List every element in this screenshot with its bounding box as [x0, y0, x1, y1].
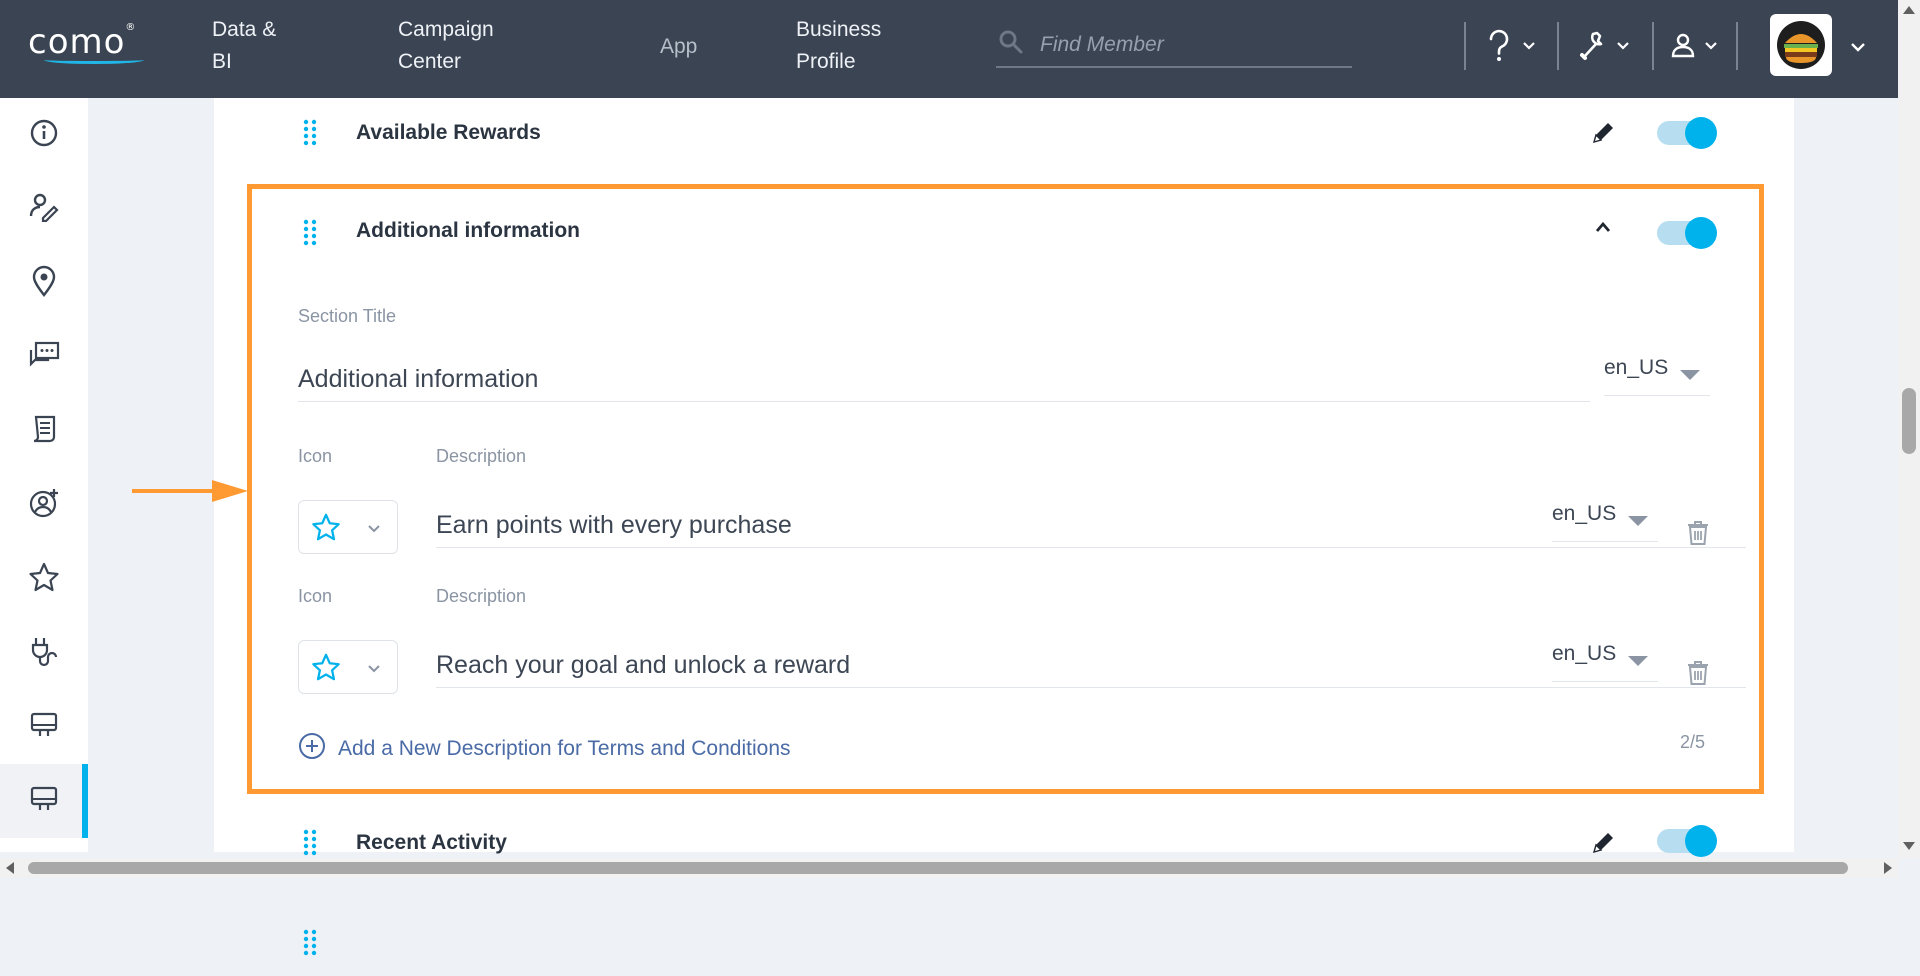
- section-title: Available Rewards: [356, 121, 541, 144]
- chevron-down-icon: [1522, 38, 1536, 56]
- section-toggle[interactable]: [1657, 825, 1717, 857]
- drag-handle-icon[interactable]: [302, 118, 318, 151]
- scroll-up-arrow-icon[interactable]: [1903, 6, 1915, 14]
- sidebar-item-receipts[interactable]: [0, 394, 88, 468]
- scroll-down-arrow-icon[interactable]: [1903, 842, 1915, 850]
- tools-menu-button[interactable]: [1578, 26, 1630, 68]
- scroll-right-arrow-icon[interactable]: [1884, 862, 1892, 874]
- sidebar-item-display[interactable]: [0, 690, 88, 764]
- help-icon: [1484, 28, 1514, 67]
- toolbar-divider: [1652, 22, 1654, 70]
- wrench-icon: [1578, 29, 1608, 66]
- nav-business-profile[interactable]: Business Profile: [796, 14, 881, 78]
- user-icon: [1670, 31, 1696, 64]
- account-chevron-down-icon[interactable]: [1850, 40, 1866, 58]
- drag-handle-icon[interactable]: [302, 928, 318, 961]
- scroll-left-arrow-icon[interactable]: [6, 862, 14, 874]
- receipt-icon: [29, 414, 59, 449]
- horizontal-scrollbar-thumb[interactable]: [28, 862, 1848, 874]
- nav-app[interactable]: App: [660, 31, 697, 63]
- section-title: Recent Activity: [356, 831, 507, 854]
- info-icon: [29, 118, 59, 153]
- toolbar-divider: [1736, 22, 1738, 70]
- sidebar-item-info[interactable]: [0, 98, 88, 172]
- search-icon: [998, 29, 1024, 60]
- drag-handle-icon[interactable]: [302, 828, 318, 861]
- annotation-arrow-icon: [132, 478, 250, 509]
- sidebar-item-integrations[interactable]: [0, 616, 88, 690]
- business-avatar[interactable]: [1770, 14, 1832, 76]
- user-add-icon: [28, 487, 60, 524]
- search-input[interactable]: [1040, 30, 1340, 60]
- monitor-icon: [29, 711, 59, 744]
- user-edit-icon: [28, 192, 60, 227]
- nav-data-bi[interactable]: Data & BI: [212, 14, 276, 78]
- section-toggle[interactable]: [1657, 117, 1717, 149]
- chevron-down-icon: [1616, 38, 1630, 56]
- find-member-search: [996, 24, 1352, 68]
- vertical-scrollbar-thumb[interactable]: [1902, 388, 1916, 454]
- top-navigation-bar: como® Data & BI Campaign Center App Busine…: [0, 0, 1898, 98]
- nav-campaign-center[interactable]: Campaign Center: [398, 14, 494, 78]
- edit-pencil-icon[interactable]: [1590, 830, 1616, 861]
- help-menu-button[interactable]: [1484, 26, 1536, 68]
- monitor-icon: [29, 785, 59, 818]
- location-pin-icon: [31, 265, 57, 302]
- section-row-available-rewards: Available Rewards: [214, 98, 1794, 168]
- user-menu-button[interactable]: [1670, 26, 1718, 68]
- plug-icon: [29, 635, 59, 672]
- section-row-recent-activity: [214, 906, 1794, 976]
- sidebar-item-members[interactable]: [0, 468, 88, 542]
- toolbar-divider: [1557, 22, 1559, 70]
- sidebar-item-member-edit[interactable]: [0, 172, 88, 246]
- highlight-box: [247, 184, 1764, 794]
- left-sidebar: [0, 98, 88, 852]
- edit-pencil-icon[interactable]: [1590, 120, 1616, 151]
- burger-logo-icon: [1777, 21, 1825, 69]
- chevron-down-icon: [1704, 38, 1718, 56]
- sidebar-item-locations[interactable]: [0, 246, 88, 320]
- sidebar-item-messages[interactable]: [0, 320, 88, 394]
- sidebar-item-display-active[interactable]: [0, 764, 88, 838]
- sidebar-item-rewards[interactable]: [0, 542, 88, 616]
- toolbar-divider: [1464, 22, 1466, 70]
- star-icon: [28, 561, 60, 598]
- chat-icon: [28, 340, 60, 375]
- logo-swoosh: [44, 56, 144, 64]
